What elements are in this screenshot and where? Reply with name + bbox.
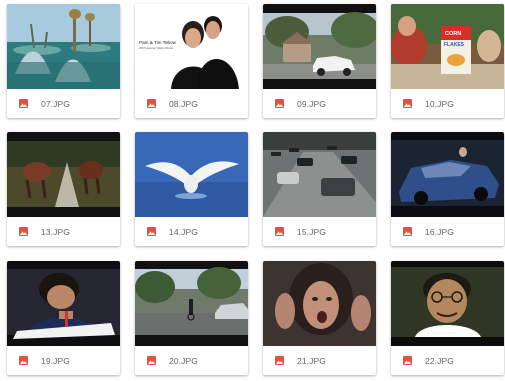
file-name: 16.JPG [425,226,454,237]
image-file-icon [275,356,284,365]
file-card[interactable]: 07.JPG [7,4,120,118]
file-name: 20.JPG [169,355,198,366]
file-name: 08.JPG [169,98,198,109]
file-card[interactable]: I want to taste the best 22.JPG [391,261,504,375]
file-grid: 07.JPG Pam & Tim Tebow 2007 Heisman Trop… [0,0,505,381]
file-name: 10.JPG [425,98,454,109]
file-name: 22.JPG [425,355,454,366]
image-file-icon [19,356,28,365]
image-file-icon [147,99,156,108]
file-name: 13.JPG [41,226,70,237]
file-name: 09.JPG [297,98,326,109]
file-name: 15.JPG [297,226,326,237]
file-name: 07.JPG [41,98,70,109]
file-card[interactable]: 21.JPG [263,261,376,375]
video-subtitle: I want to taste the best [431,331,457,335]
image-thumbnail: I want to taste the best [391,261,504,346]
file-name: 14.JPG [169,226,198,237]
image-file-icon [403,227,412,236]
file-card[interactable]: 09.JPG [263,4,376,118]
file-name: 21.JPG [297,355,326,366]
image-file-icon [19,99,28,108]
file-card[interactable]: 13.JPG [7,132,120,246]
image-thumbnail: CORN FLAKES [391,4,504,89]
cereal-box-text-2: FLAKES [444,42,465,48]
image-thumbnail [135,261,248,346]
thumbnail-caption: Pam & Tim Tebow [139,40,177,45]
file-card[interactable]: 19.JPG [7,261,120,375]
thumbnail-subcaption: 2007 Heisman Trophy Winner [139,46,173,50]
image-file-icon [147,227,156,236]
file-name: 19.JPG [41,355,70,366]
image-thumbnail [135,132,248,217]
image-file-icon [403,99,412,108]
file-card[interactable]: 20.JPG [135,261,248,375]
image-thumbnail: Pam & Tim Tebow 2007 Heisman Trophy Winn… [135,4,248,89]
image-thumbnail [7,4,120,89]
image-thumbnail [263,261,376,346]
image-thumbnail [7,132,120,217]
image-thumbnail [263,132,376,217]
image-thumbnail [7,261,120,346]
file-card[interactable]: Pam & Tim Tebow 2007 Heisman Trophy Winn… [135,4,248,118]
image-thumbnail [263,4,376,89]
image-file-icon [275,99,284,108]
image-thumbnail [391,132,504,217]
image-file-icon [147,356,156,365]
file-card[interactable]: 15.JPG [263,132,376,246]
file-card[interactable]: 16.JPG [391,132,504,246]
cereal-box-text: CORN [445,31,461,37]
file-card[interactable]: 14.JPG [135,132,248,246]
image-file-icon [403,356,412,365]
image-file-icon [275,227,284,236]
file-card[interactable]: CORN FLAKES 10.JPG [391,4,504,118]
image-file-icon [19,227,28,236]
